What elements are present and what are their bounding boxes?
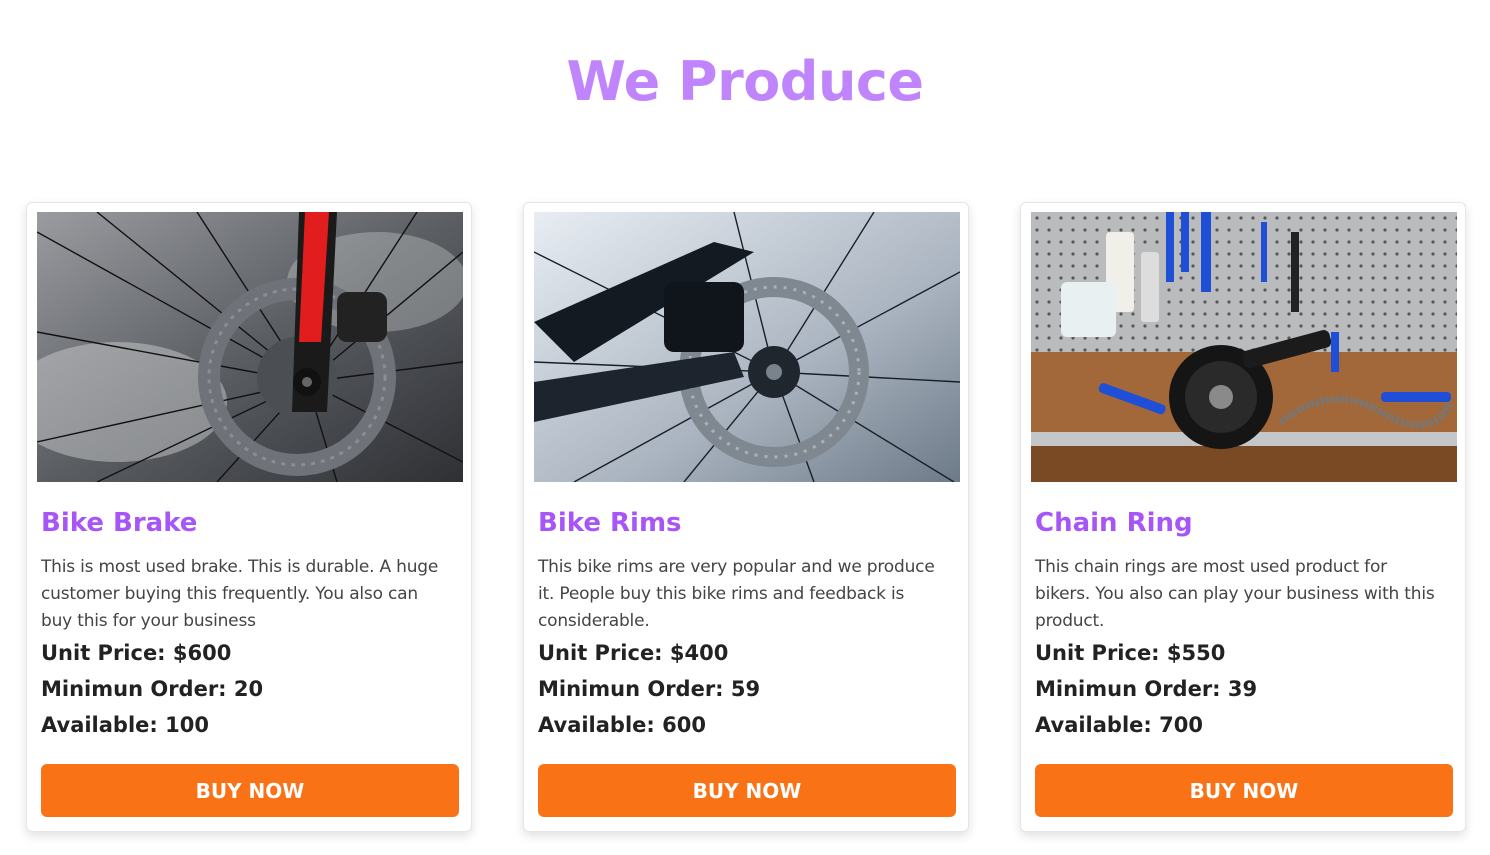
product-image	[1031, 212, 1457, 482]
product-description: This bike rims are very popular and we p…	[538, 557, 935, 631]
product-card-bike-rims: Bike Rims This bike rims are very popula…	[523, 202, 969, 832]
available-quantity: Available: 600	[538, 713, 706, 737]
product-name: Bike Brake	[41, 508, 198, 538]
bike-rim-photo	[534, 212, 960, 482]
product-image	[37, 212, 463, 482]
available-quantity: Available: 700	[1035, 713, 1203, 737]
products-page: We Produce Bike Brake This is most used …	[0, 0, 1490, 855]
available-quantity: Available: 100	[41, 713, 209, 737]
buy-now-button[interactable]: BUY NOW	[538, 764, 956, 817]
product-grid: Bike Brake This is most used brake. This…	[26, 202, 1466, 832]
product-name: Chain Ring	[1035, 508, 1193, 538]
minimum-order: Minimun Order: 20	[41, 677, 264, 701]
minimum-order: Minimun Order: 39	[1035, 677, 1258, 701]
minimum-order: Minimun Order: 59	[538, 677, 761, 701]
product-name: Bike Rims	[538, 508, 682, 538]
unit-price: Unit Price: $400	[538, 641, 729, 665]
brake-disc-photo	[37, 212, 463, 482]
chain-ring-workbench-photo	[1031, 212, 1457, 482]
buy-now-button[interactable]: BUY NOW	[1035, 764, 1453, 817]
buy-now-button[interactable]: BUY NOW	[41, 764, 459, 817]
unit-price: Unit Price: $600	[41, 641, 232, 665]
product-card-chain-ring: Chain Ring This chain rings are most use…	[1020, 202, 1466, 832]
product-description: This is most used brake. This is durable…	[41, 557, 439, 631]
product-card-bike-brake: Bike Brake This is most used brake. This…	[26, 202, 472, 832]
section-title: We Produce	[566, 50, 924, 113]
unit-price: Unit Price: $550	[1035, 641, 1226, 665]
product-description: This chain rings are most used product f…	[1035, 557, 1435, 631]
product-image	[534, 212, 960, 482]
